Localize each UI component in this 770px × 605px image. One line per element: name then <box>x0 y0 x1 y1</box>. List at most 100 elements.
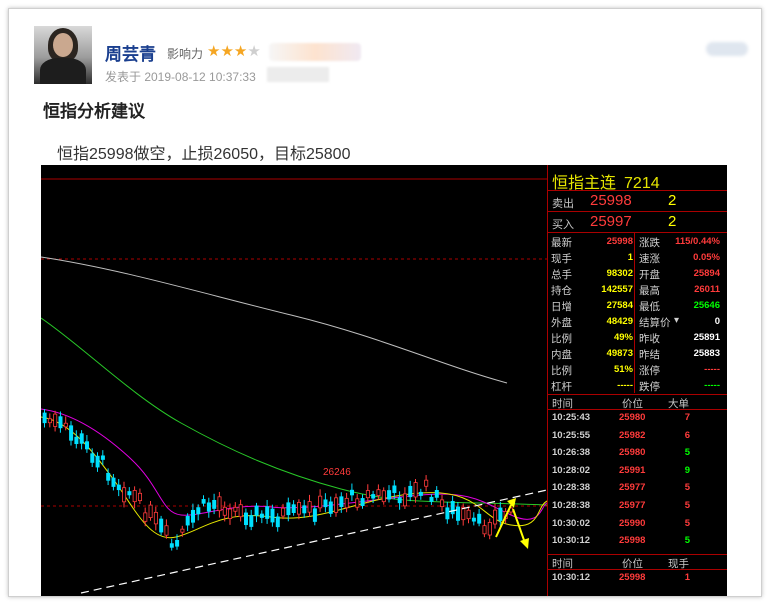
quote-value: 51% <box>613 364 633 375</box>
quote-value: 25883 <box>693 348 720 359</box>
quote-row: 持仓 142557 最高 26011 <box>548 282 727 298</box>
quote-label: 昨收 <box>639 333 660 345</box>
candle-body <box>164 525 169 536</box>
quote-label: 速涨 <box>639 253 660 265</box>
candle-body <box>159 518 164 533</box>
candle-body <box>116 484 121 491</box>
quote-label: 比例 <box>551 333 572 345</box>
candle-body <box>275 516 280 528</box>
candle-body <box>408 485 413 498</box>
candle-body <box>206 502 211 512</box>
chevron-down-icon[interactable]: ▾ <box>674 315 679 326</box>
follow-button[interactable] <box>706 42 748 56</box>
candle-body <box>349 489 354 496</box>
candle-body <box>196 507 201 515</box>
quote-value: 49873 <box>606 348 633 359</box>
tick-time: 10:30:02 <box>552 517 591 529</box>
candle-body <box>334 497 339 513</box>
candle-body <box>228 508 233 519</box>
candle-body <box>471 517 476 522</box>
tick-volume: 5 <box>684 500 690 511</box>
candle-body <box>138 492 143 502</box>
quote-row: 日增 27584 最低 25646 <box>548 298 727 314</box>
candle-body <box>360 498 365 507</box>
tick-row: 10:28:38 25977 5 <box>548 498 727 514</box>
quote-label: 比例 <box>551 365 572 377</box>
candle-body <box>148 504 153 519</box>
candle-body <box>132 490 137 503</box>
ask-volume: 2 <box>668 192 677 209</box>
candle-body <box>312 508 317 522</box>
candle-body <box>201 499 206 504</box>
candle-body <box>190 509 195 523</box>
blurred-badge <box>269 43 361 61</box>
candle-body <box>318 495 323 509</box>
quote-label: 现手 <box>551 253 572 265</box>
quote-label: 杠杆 <box>551 381 572 393</box>
tick-price: 25977 <box>619 500 646 511</box>
ticks2-header: 时间 价位 现手 <box>552 558 689 570</box>
candle-body <box>122 487 127 503</box>
quote-value: 27584 <box>606 300 633 311</box>
candle-body <box>376 489 381 497</box>
tick-row: 10:25:43 25980 7 <box>548 410 727 426</box>
tick-volume: 6 <box>684 429 690 441</box>
kline-chart: 26246 <box>41 178 547 594</box>
quote-value: 26011 <box>694 284 720 295</box>
peak-price-label: 26246 <box>323 467 351 478</box>
author-name[interactable]: 周芸青 <box>105 40 156 65</box>
quote-value: 25891 <box>693 332 720 343</box>
post-advice: 恒指25998做空，止损26050，目标25800 <box>57 146 351 163</box>
candle-body <box>450 500 455 515</box>
quote-row: 比例 49% 昨收 25891 <box>548 330 727 346</box>
avatar[interactable] <box>34 26 92 84</box>
candle-body <box>74 436 79 445</box>
tick-time: 10:30:12 <box>552 572 591 583</box>
candle-body <box>127 491 132 496</box>
candle-body <box>212 499 217 509</box>
candle-body <box>185 515 190 526</box>
bid-label: 买入 <box>552 219 574 231</box>
quote-value: 1 <box>627 252 633 263</box>
candle-body <box>307 501 312 513</box>
arrow-down-icon <box>520 538 529 549</box>
candle-body <box>392 485 397 493</box>
candle-body <box>296 501 301 515</box>
candle-body <box>254 505 259 516</box>
quote-label: 结算价 <box>639 317 671 329</box>
quote-label: 持仓 <box>551 285 572 297</box>
tick-price: 25977 <box>619 482 646 494</box>
quote-value: ----- <box>704 380 720 391</box>
quote-label: 最新 <box>551 237 572 249</box>
candle-body <box>477 513 482 524</box>
candle-body <box>95 455 100 468</box>
kline-screenshot: 26246 恒指主连 7214 卖出 25998 2 买入 25997 2 最新 2… <box>41 165 727 596</box>
quote-value: 25894 <box>693 268 720 279</box>
post-title: 恒指分析建议 <box>43 102 145 121</box>
candle-body <box>100 455 105 460</box>
candle-body <box>63 422 68 428</box>
candle-body <box>90 453 95 463</box>
candle-body <box>222 506 227 516</box>
candle-body <box>69 425 74 441</box>
tick-price: 25990 <box>619 517 646 529</box>
tick-volume: 1 <box>684 572 690 583</box>
quote-row: 总手 98302 开盘 25894 <box>548 266 727 282</box>
quote-value: 0 <box>714 316 720 327</box>
quote-row: 比例 51% 涨停 ----- <box>548 362 727 378</box>
tick-time: 10:30:12 <box>552 535 591 547</box>
candle-body <box>42 412 47 424</box>
candle-body <box>434 489 439 498</box>
quote-label: 涨跌 <box>639 237 660 249</box>
quote-value: 25646 <box>693 300 720 311</box>
tick-price: 25980 <box>619 447 646 459</box>
ask-row: 卖出 25998 2 <box>548 192 727 210</box>
tick-price: 25980 <box>619 412 646 423</box>
post-card: 周芸青 影响力 ★★★★ 发表于 2019-08-12 10:37:33 恒指分… <box>8 8 762 597</box>
candle-body <box>233 506 238 512</box>
quote-label: 最高 <box>639 285 660 297</box>
tick-time: 10:26:38 <box>552 447 591 459</box>
tick-row: 10:26:38 25980 5 <box>548 445 727 461</box>
tick-time: 10:28:38 <box>552 500 591 511</box>
tick-row: 10:28:02 25991 9 <box>548 463 727 479</box>
